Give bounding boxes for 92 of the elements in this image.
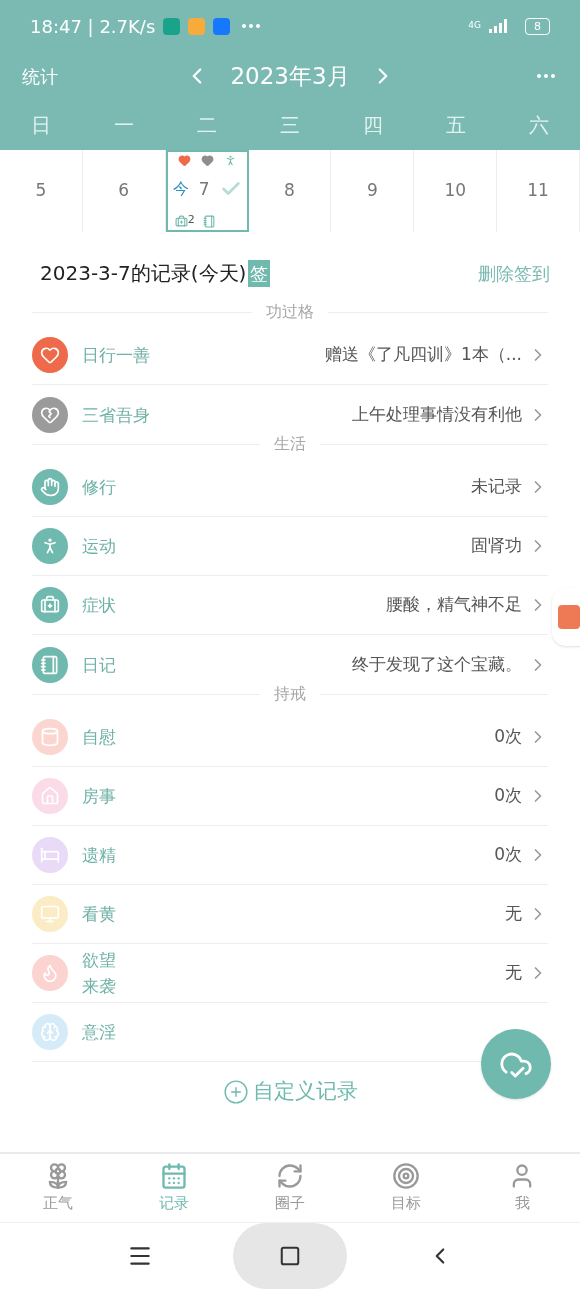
app-icon [213, 17, 231, 35]
record-label[interactable]: 自慰 [82, 725, 116, 749]
record-title: 2023-3-7的记录(今天) [40, 260, 247, 287]
day-cell[interactable]: 6 [82, 150, 166, 232]
target-icon [392, 1161, 420, 1190]
record-label[interactable]: 日记 [82, 652, 116, 677]
notebook-icon [40, 654, 60, 675]
weekday-label: 一 [113, 112, 136, 139]
weekday-label: 四 [361, 112, 384, 139]
refresh-icon [276, 1161, 304, 1190]
bed-icon [40, 845, 60, 865]
notebook-icon [202, 215, 216, 228]
app-icon [188, 17, 206, 35]
delete-check-in-link[interactable]: 删除签到 [478, 259, 550, 287]
record-value: 无 [505, 902, 522, 926]
sync-button[interactable] [481, 1029, 551, 1099]
section-title: 持戒 [273, 683, 307, 705]
app-icon [163, 17, 181, 35]
record-value: 0次 [494, 784, 522, 808]
weekday-label: 二 [196, 112, 219, 139]
tab-item[interactable]: 正气 [0, 1161, 116, 1215]
signal-icon [489, 19, 509, 33]
tab-item[interactable]: 圈子 [232, 1161, 348, 1215]
tab-item[interactable]: 我 [464, 1161, 580, 1215]
day-cell[interactable]: 今 7 2 [165, 150, 249, 232]
plus-icon [222, 1079, 249, 1105]
widget-icon [558, 605, 580, 629]
medical-kit-icon [40, 595, 60, 615]
broken-heart-icon [200, 154, 214, 167]
weekday-label: 六 [527, 112, 550, 139]
day-number: 7 [198, 177, 210, 201]
medical-kit-icon [174, 215, 188, 228]
broken-heart-icon [40, 404, 60, 425]
day-number: 8 [284, 179, 295, 203]
record-value: 腰酸，精气神不足 [386, 593, 522, 617]
section-title: 生活 [273, 433, 307, 455]
square-icon [279, 1245, 301, 1267]
day-cell[interactable]: 9 [331, 150, 415, 232]
section-title: 功过格 [265, 301, 315, 323]
flame-icon [40, 963, 60, 983]
network-label: 4G [468, 19, 481, 33]
day-number: 5 [35, 179, 47, 203]
record-count: 2 [187, 211, 195, 228]
record-value: 固肾功 [471, 534, 522, 558]
record-label[interactable]: 看黄 [82, 902, 116, 926]
heart-icon [40, 345, 60, 365]
day-number: 10 [444, 179, 467, 203]
calendar-icon [160, 1161, 188, 1190]
weekday-label: 日 [30, 112, 53, 139]
day-number: 11 [527, 179, 549, 203]
hand-icon [40, 477, 60, 497]
monitor-icon [40, 904, 60, 924]
status-time: 18:47 | 2.7K/s [30, 14, 156, 39]
brain-icon [40, 1022, 60, 1042]
record-value: 无 [505, 961, 522, 985]
month-title: 2023年3月 [230, 61, 350, 91]
record-label[interactable]: 意淫 [82, 1020, 116, 1044]
record-label[interactable]: 运动 [82, 534, 116, 558]
record-label[interactable]: 修行 [82, 475, 116, 499]
house-icon [40, 786, 60, 806]
tab-item[interactable]: 记录 [116, 1161, 232, 1215]
record-value: 赠送《了凡四训》1本（... [324, 343, 522, 367]
day-number: 6 [118, 179, 130, 203]
record-value: 0次 [494, 725, 522, 749]
record-value: 上午处理事情没有利他 [352, 402, 522, 426]
record-label[interactable]: 房事 [82, 784, 116, 808]
day-cell[interactable]: 10 [414, 150, 498, 232]
record-label[interactable]: 日行一善 [82, 343, 150, 367]
today-label: 今 [172, 178, 189, 201]
weekday-label: 三 [279, 112, 301, 139]
day-number: 9 [366, 179, 378, 203]
weekday-label: 五 [444, 112, 467, 139]
day-cell[interactable]: 8 [248, 150, 332, 232]
record-label[interactable]: 来袭 [82, 973, 116, 999]
heart-icon [177, 154, 191, 167]
record-label[interactable]: 遗精 [82, 843, 116, 867]
floating-widget[interactable] [552, 588, 580, 646]
record-value: 未记录 [471, 475, 522, 499]
cylinder-icon [40, 727, 60, 747]
day-cell[interactable]: 5 [0, 150, 83, 232]
battery-indicator: 8 [525, 17, 550, 35]
record-label[interactable]: 三省吾身 [82, 402, 150, 427]
day-cell[interactable]: 11 [497, 150, 580, 232]
record-label[interactable]: 症状 [82, 593, 116, 617]
more-icon [242, 24, 261, 28]
sign-badge: 签 [248, 259, 271, 287]
record-label[interactable]: 欲望 [82, 947, 116, 973]
tab-item[interactable]: 目标 [348, 1161, 464, 1215]
record-value: 终于发现了这个宝藏。 [352, 652, 522, 676]
record-value: 0次 [494, 843, 522, 867]
add-custom-record-button[interactable]: 自定义记录 [222, 1076, 358, 1108]
statistics-button[interactable]: 统计 [22, 62, 58, 90]
